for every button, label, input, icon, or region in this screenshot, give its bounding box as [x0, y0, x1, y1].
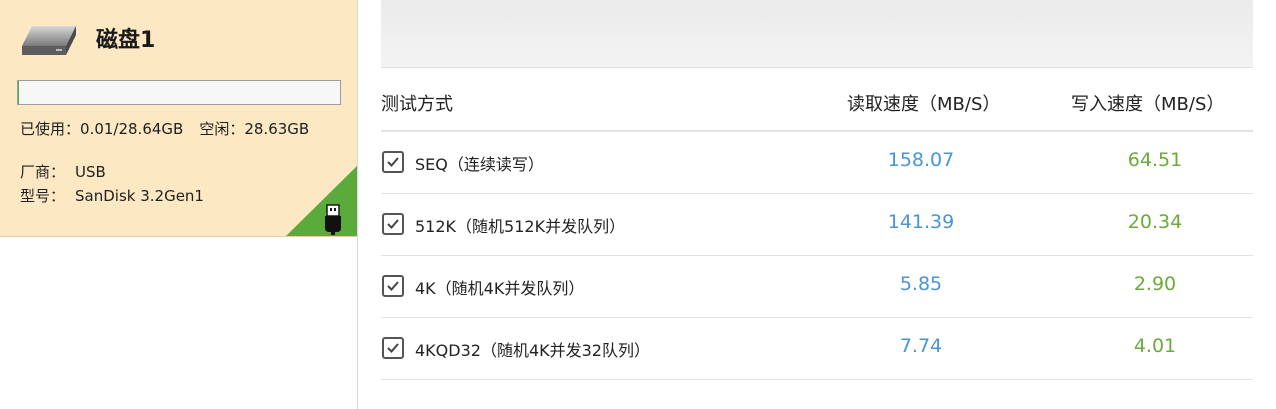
used-value: 0.01/28.64GB [80, 120, 184, 138]
write-value: 4.01 [1133, 335, 1177, 357]
table-header: 测试方式 读取速度（MB/S） 写入速度（MB/S） [381, 70, 1253, 132]
table-row: 4K（随机4K并发队列） 5.85 2.90 [381, 256, 1253, 318]
row-checkbox[interactable] [382, 337, 404, 359]
benchmark-table: 测试方式 读取速度（MB/S） 写入速度（MB/S） SEQ（连续读写） 158… [381, 70, 1253, 380]
usage-bar [17, 80, 341, 105]
vendor-info: 厂商： USB [20, 162, 106, 182]
hard-drive-icon [22, 26, 76, 55]
header-method: 测试方式 [381, 94, 453, 115]
row-checkbox[interactable] [382, 213, 404, 235]
read-value: 5.85 [899, 273, 943, 295]
model-value: SanDisk 3.2Gen1 [75, 187, 204, 205]
used-label: 已使用： [20, 120, 81, 138]
disk-sidebar: 磁盘1 已使用：0.01/28.64GB 空闲：28.63GB 厂商： USB 型号… [0, 0, 358, 409]
free-label: 空闲： [199, 120, 245, 138]
checkmark-icon [387, 219, 399, 229]
write-value: 64.51 [1127, 149, 1183, 171]
checkmark-icon [387, 157, 399, 167]
row-label: 512K（随机512K并发队列） [415, 217, 626, 236]
header-read-speed: 读取速度（MB/S） [847, 94, 1001, 115]
write-value: 2.90 [1133, 273, 1177, 295]
read-value: 158.07 [887, 149, 955, 171]
usb-icon [325, 204, 341, 235]
row-label: SEQ（连续读写） [415, 155, 544, 174]
table-row: 512K（随机512K并发队列） 141.39 20.34 [381, 194, 1253, 256]
model-label: 型号： [20, 187, 66, 205]
read-value: 7.74 [899, 335, 943, 357]
row-label: 4KQD32（随机4K并发32队列） [415, 341, 650, 360]
row-checkbox[interactable] [382, 275, 404, 297]
vendor-label: 厂商： [20, 163, 66, 181]
checkmark-icon [387, 343, 399, 353]
disk-card[interactable]: 磁盘1 已使用：0.01/28.64GB 空闲：28.63GB 厂商： USB 型号… [0, 0, 357, 237]
usage-info: 已使用：0.01/28.64GB 空闲：28.63GB [20, 119, 309, 139]
row-label: 4K（随机4K并发队列） [415, 279, 585, 298]
table-row: SEQ（连续读写） 158.07 64.51 [381, 132, 1253, 194]
header-write-speed: 写入速度（MB/S） [1071, 94, 1225, 115]
free-value: 28.63GB [244, 120, 310, 138]
checkmark-icon [387, 281, 399, 291]
write-value: 20.34 [1127, 211, 1183, 233]
table-row: 4KQD32（随机4K并发32队列） 7.74 4.01 [381, 318, 1253, 380]
read-value: 141.39 [887, 211, 955, 233]
vendor-value: USB [75, 163, 106, 181]
row-checkbox[interactable] [382, 151, 404, 173]
disk-name: 磁盘1 [96, 28, 156, 53]
model-info: 型号： SanDisk 3.2Gen1 [20, 186, 204, 206]
top-banner [381, 0, 1253, 68]
